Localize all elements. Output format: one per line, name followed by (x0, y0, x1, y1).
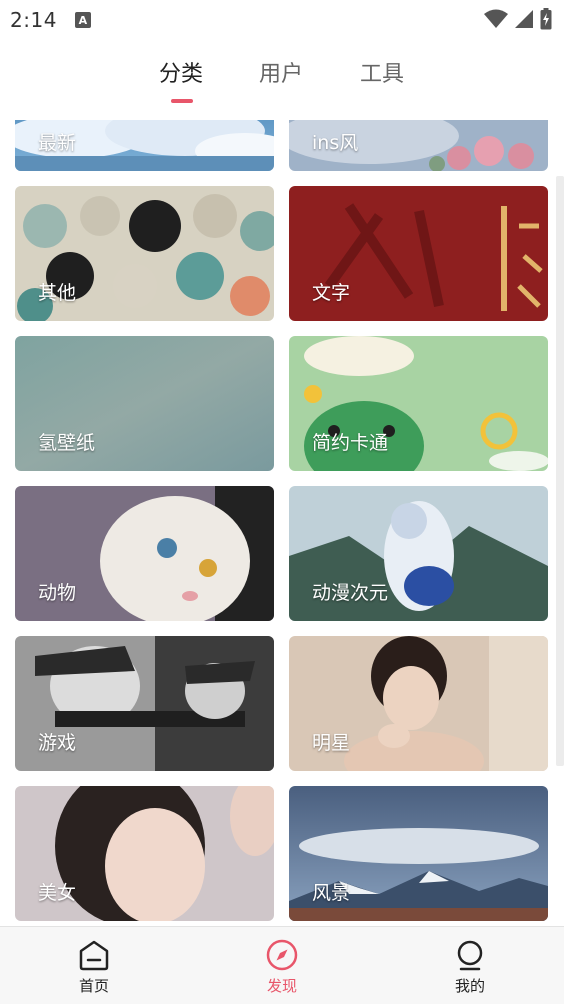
status-bar: 2:14 A (0, 0, 564, 40)
battery-icon (540, 8, 552, 30)
category-label: 氢壁纸 (38, 432, 96, 454)
category-label: 游戏 (38, 732, 77, 754)
category-card-ins[interactable]: ins风 (289, 120, 548, 171)
category-card-latest[interactable]: 最新 (15, 120, 274, 171)
category-label: 动漫次元 (312, 582, 389, 604)
active-tab-indicator (171, 99, 193, 103)
category-card-cartoon[interactable]: 简约卡通 (289, 336, 548, 471)
tab-tools[interactable]: 工具 (360, 56, 404, 88)
category-label: 动物 (38, 582, 77, 604)
nav-home[interactable]: 首页 (24, 927, 164, 1004)
signal-icon (515, 10, 533, 28)
status-icons (484, 8, 552, 30)
nav-profile[interactable]: 我的 (400, 927, 540, 1004)
category-label: 最新 (38, 132, 77, 154)
top-tabs: 分类 用户 工具 (0, 56, 564, 106)
compass-icon (266, 939, 298, 971)
category-card-beauty[interactable]: 美女 (15, 786, 274, 921)
bottom-nav: 首页 发现 我的 (0, 926, 564, 1004)
nav-discover[interactable]: 发现 (212, 927, 352, 1004)
category-card-other[interactable]: 其他 (15, 186, 274, 321)
category-card-games[interactable]: 游戏 (15, 636, 274, 771)
wifi-icon (484, 9, 508, 28)
category-label: 其他 (38, 282, 77, 304)
category-card-text[interactable]: 文字 (289, 186, 548, 321)
category-label: ins风 (312, 132, 359, 154)
category-label: 文字 (312, 282, 351, 304)
tab-users[interactable]: 用户 (259, 56, 303, 88)
category-label: 简约卡通 (312, 432, 389, 454)
nav-home-label: 首页 (78, 977, 109, 995)
category-label: 风景 (312, 882, 351, 904)
category-card-scenery[interactable]: 风景 (289, 786, 548, 921)
category-grid: 最新 ins风 其他 文字 氢壁纸 简约卡通 动物 动漫次元 游戏 明星 美女 … (0, 120, 564, 926)
home-icon (79, 940, 109, 971)
scrollbar[interactable] (556, 176, 564, 766)
category-label: 美女 (38, 882, 77, 904)
profile-icon (457, 940, 483, 971)
category-card-anime[interactable]: 动漫次元 (289, 486, 548, 621)
category-card-hydrogen[interactable]: 氢壁纸 (15, 336, 274, 471)
notification-icon: A (74, 12, 91, 28)
nav-discover-label: 发现 (266, 977, 297, 995)
category-card-animals[interactable]: 动物 (15, 486, 274, 621)
nav-profile-label: 我的 (454, 977, 485, 995)
status-time: 2:14 (10, 8, 57, 32)
category-label: 明星 (312, 732, 351, 754)
tab-category[interactable]: 分类 (159, 56, 203, 88)
category-card-celebrities[interactable]: 明星 (289, 636, 548, 771)
